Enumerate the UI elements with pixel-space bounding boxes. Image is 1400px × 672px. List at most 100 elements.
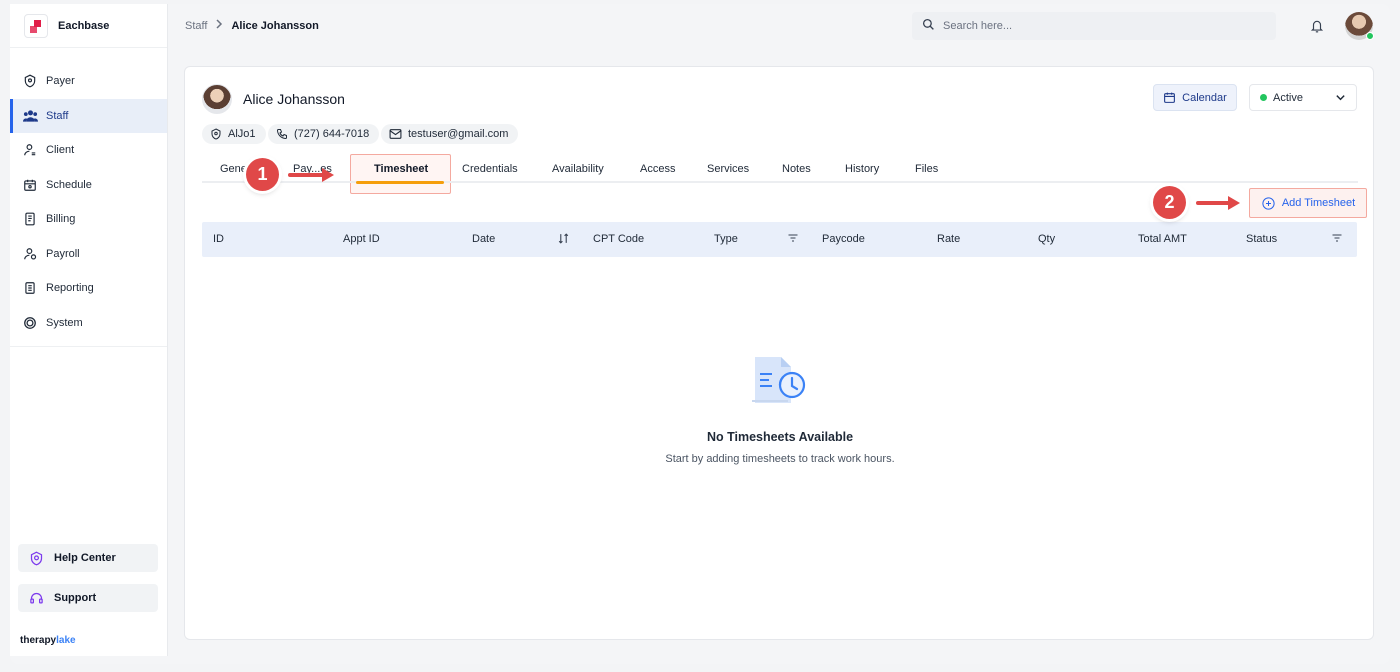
sidebar-item-payroll[interactable]: Payroll: [10, 237, 167, 272]
filter-icon[interactable]: [1331, 232, 1343, 244]
column-date: Date: [472, 233, 496, 245]
online-status-dot: [1366, 32, 1374, 40]
callout-arrow-1: [288, 168, 334, 182]
phone-chip: (727) 644-7018: [268, 124, 380, 144]
add-timesheet-label: Add Timesheet: [1281, 197, 1356, 209]
tab-timesheet[interactable]: Timesheet: [374, 163, 428, 175]
breadcrumb-current: Alice Johansson: [231, 19, 319, 32]
callout-arrow-2: [1196, 196, 1240, 210]
billing-icon: [22, 211, 38, 227]
calendar-label: Calendar: [1182, 91, 1227, 104]
sidebar: Eachbase Payer Staff Client Schedule Bil…: [10, 4, 168, 656]
payroll-icon: [22, 246, 38, 262]
status-dot: [1260, 94, 1267, 101]
column-status: Status: [1246, 233, 1278, 245]
sidebar-item-label: Client: [46, 144, 75, 157]
sidebar-item-label: Billing: [46, 213, 76, 226]
phone-number: (727) 644-7018: [294, 128, 370, 140]
bell-icon[interactable]: [1310, 18, 1324, 37]
calendar-icon: [22, 177, 38, 193]
empty-state-title: No Timesheets Available: [706, 430, 854, 444]
staff-code: AlJo1: [228, 128, 256, 140]
sidebar-item-client[interactable]: Client: [10, 133, 167, 168]
sidebar-item-label: System: [46, 316, 83, 329]
column-paycode: Paycode: [822, 233, 865, 245]
tab-credentials[interactable]: Credentials: [462, 163, 518, 175]
help-icon: [28, 550, 44, 566]
headset-icon: [28, 590, 44, 606]
search-input[interactable]: Search here...: [912, 12, 1276, 40]
sidebar-item-label: Staff: [46, 109, 69, 122]
help-center-button[interactable]: Help Center: [18, 544, 158, 572]
sidebar-item-label: Reporting: [46, 282, 94, 295]
sidebar-item-label: Schedule: [46, 178, 92, 191]
sidebar-item-label: Payer: [46, 75, 75, 88]
search-icon: [922, 18, 935, 34]
sidebar-item-payer[interactable]: Payer: [10, 64, 167, 99]
status-value: Active: [1273, 91, 1303, 104]
tab-services[interactable]: Services: [707, 163, 749, 175]
tab-availability[interactable]: Availability: [552, 163, 604, 175]
breadcrumb: Staff Alice Johansson: [185, 19, 319, 32]
user-icon: [22, 142, 38, 158]
staff-detail-card: Alice Johansson AlJo1 (727) 644-7018 tes…: [184, 66, 1374, 640]
shield-icon: [22, 73, 38, 89]
tab-files[interactable]: Files: [915, 163, 938, 175]
sidebar-item-schedule[interactable]: Schedule: [10, 168, 167, 203]
tab-history[interactable]: History: [845, 163, 879, 175]
avatar[interactable]: [1345, 12, 1374, 40]
tab-notes[interactable]: Notes: [782, 163, 811, 175]
sort-icon[interactable]: [557, 232, 570, 245]
brand-text-left: therapy: [20, 635, 57, 646]
sidebar-item-staff[interactable]: Staff: [10, 98, 167, 133]
sidebar-item-system[interactable]: System: [10, 306, 167, 341]
profile-avatar: [202, 84, 232, 114]
filter-icon[interactable]: [787, 232, 799, 244]
app-name: Eachbase: [58, 19, 110, 32]
calendar-icon: [1163, 91, 1176, 104]
sidebar-item-label: Payroll: [46, 247, 80, 260]
callout-badge-1: 1: [246, 158, 279, 191]
sidebar-nav: Payer Staff Client Schedule Billing Payr…: [10, 48, 167, 347]
search-placeholder: Search here...: [943, 20, 1013, 32]
sidebar-item-billing[interactable]: Billing: [10, 202, 167, 237]
calendar-button[interactable]: Calendar: [1153, 84, 1237, 111]
top-header: Staff Alice Johansson Search here...: [168, 4, 1390, 48]
status-select[interactable]: Active: [1249, 84, 1357, 111]
system-icon: [22, 315, 38, 331]
column-cpt-code: CPT Code: [593, 233, 645, 245]
column-appt-id: Appt ID: [343, 233, 380, 245]
add-timesheet-button[interactable]: Add Timesheet: [1249, 188, 1367, 218]
logo-icon: [24, 13, 48, 38]
column-total-amt: Total AMT: [1138, 233, 1187, 245]
column-type: Type: [714, 233, 738, 245]
support-button[interactable]: Support: [18, 584, 158, 612]
shield-icon: [210, 128, 222, 140]
table-header: ID Appt ID Date CPT Code Type Paycode Ra…: [202, 222, 1357, 257]
chevron-down-icon: [1335, 92, 1346, 106]
email-chip: testuser@gmail.com: [381, 124, 519, 144]
callout-badge-2: 2: [1153, 186, 1186, 219]
tab-bar: Gene Pay...es Timesheet Credentials Avai…: [202, 155, 1358, 184]
column-id: ID: [213, 233, 224, 245]
help-center-label: Help Center: [54, 552, 116, 564]
plus-circle-icon: [1261, 196, 1276, 211]
mail-icon: [389, 128, 402, 140]
logo-row: Eachbase: [10, 4, 167, 48]
staff-code-chip: AlJo1: [202, 124, 266, 144]
users-icon: [22, 108, 38, 124]
tab-access[interactable]: Access: [640, 163, 675, 175]
brand-text-right: lake: [56, 635, 76, 646]
email-address: testuser@gmail.com: [408, 128, 509, 140]
tab-general[interactable]: Gene: [220, 163, 247, 175]
breadcrumb-parent[interactable]: Staff: [185, 20, 207, 32]
report-icon: [22, 280, 38, 296]
empty-timesheet-icon: [751, 353, 809, 410]
column-rate: Rate: [937, 233, 961, 245]
sidebar-divider: [10, 346, 167, 347]
phone-icon: [276, 128, 288, 140]
sidebar-item-reporting[interactable]: Reporting: [10, 271, 167, 306]
active-tab-indicator: [356, 181, 444, 184]
empty-state-subtitle: Start by adding timesheets to track work…: [665, 453, 895, 465]
support-label: Support: [54, 592, 97, 604]
